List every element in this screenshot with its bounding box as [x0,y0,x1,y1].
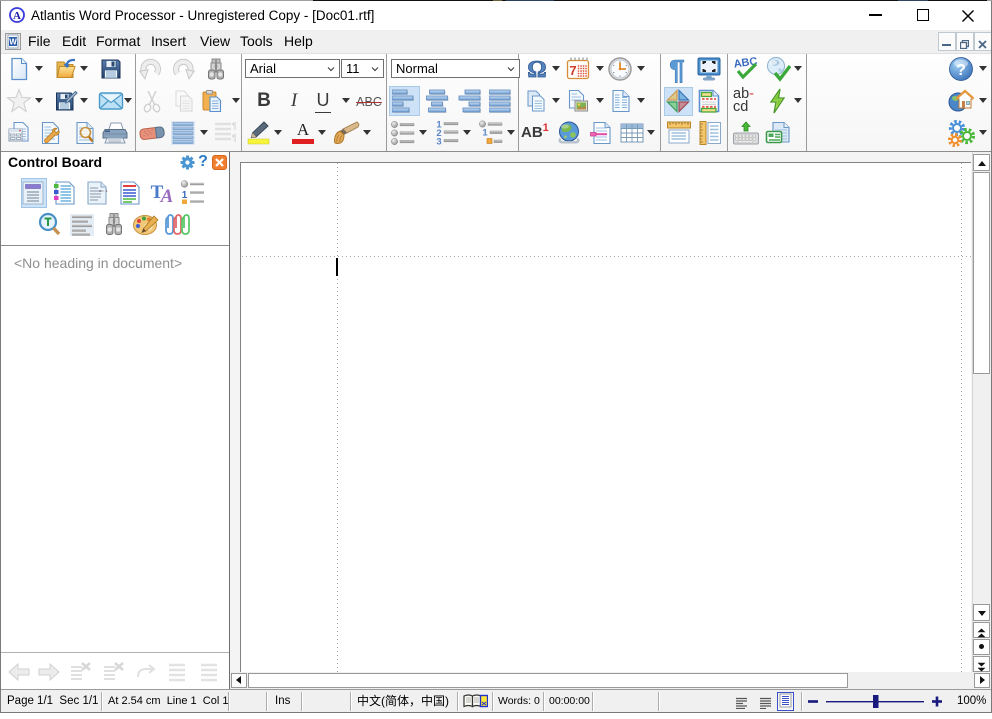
svg-text:A: A [160,186,174,205]
svg-text:an. 1: an. 1 [99,188,109,193]
svg-text:A: A [13,10,21,22]
svg-text:1: 1 [482,128,488,139]
svg-text:¶: ¶ [232,121,237,131]
svg-text:Ω: Ω [527,57,546,82]
svg-text:¶: ¶ [669,55,685,83]
svg-text:?: ? [956,62,966,79]
svg-text:7: 7 [569,63,576,78]
svg-text:1: 1 [182,190,188,201]
svg-text:¶: ¶ [232,133,237,143]
svg-text:3: 3 [436,137,441,147]
